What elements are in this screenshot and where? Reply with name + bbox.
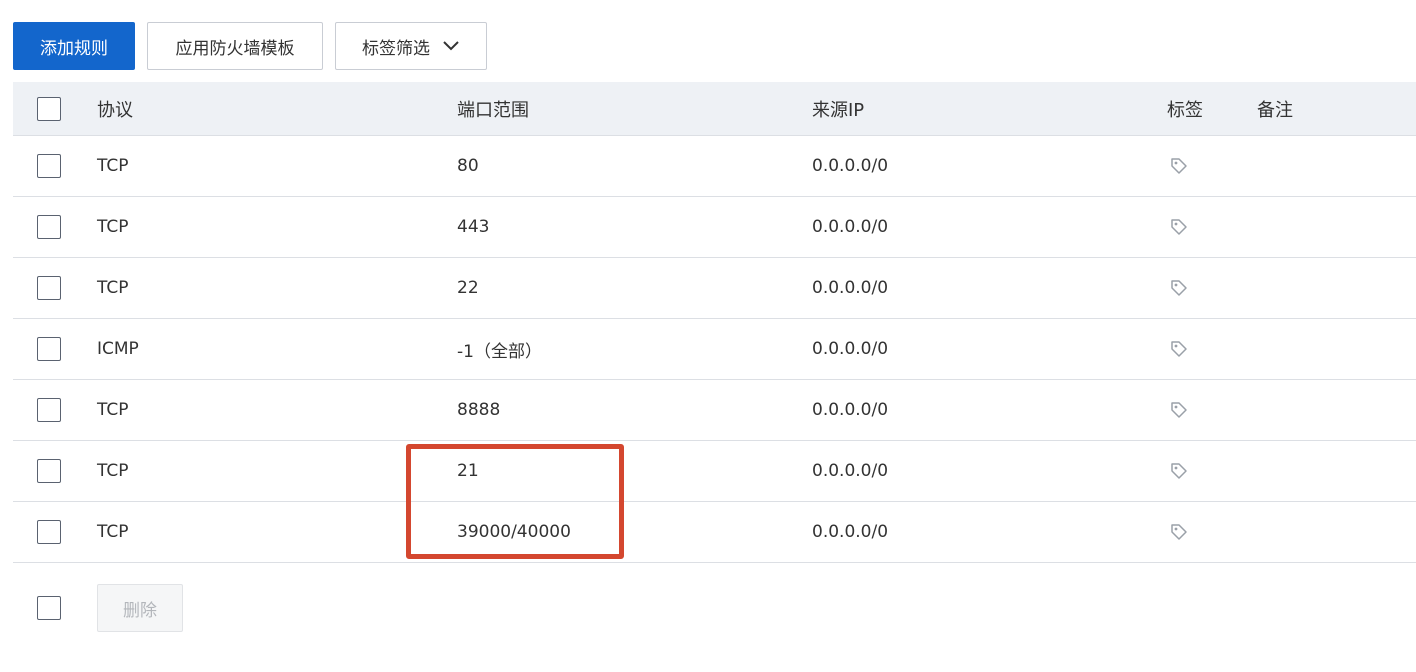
cell-port-range: 21 (457, 461, 479, 481)
cell-tag (1167, 441, 1189, 501)
cell-protocol: ICMP (97, 339, 139, 359)
cell-protocol: TCP (97, 461, 129, 481)
header-tag: 标签 (1167, 99, 1203, 121)
tag-icon[interactable] (1169, 156, 1189, 176)
delete-label: 删除 (123, 600, 157, 621)
chevron-down-icon (442, 40, 460, 52)
table-row: TCP 80 0.0.0.0/0 (13, 136, 1416, 197)
row-checkbox[interactable] (37, 520, 61, 544)
row-checkbox[interactable] (37, 215, 61, 239)
header-protocol: 协议 (97, 99, 133, 121)
add-rule-button[interactable]: 添加规则 (13, 22, 135, 70)
table-header: 协议 端口范围 来源IP 标签 备注 (13, 82, 1416, 136)
add-rule-label: 添加规则 (40, 38, 108, 59)
row-check-cell (37, 136, 61, 196)
row-check-cell (37, 441, 61, 501)
cell-tag (1167, 502, 1189, 562)
tag-icon[interactable] (1169, 339, 1189, 359)
tag-icon[interactable] (1169, 217, 1189, 237)
header-source-ip: 来源IP (812, 99, 865, 121)
cell-tag (1167, 136, 1189, 196)
select-all-checkbox[interactable] (37, 96, 61, 121)
tag-filter-label: 标签筛选 (362, 38, 430, 59)
table-body: TCP 80 0.0.0.0/0 TCP 443 0.0.0.0/0 TCP 22 0.0.0.… (13, 136, 1416, 563)
cell-source-ip: 0.0.0.0/0 (812, 400, 889, 420)
cell-port-range: 39000/40000 (457, 522, 571, 542)
footer-select-cell (37, 584, 61, 632)
tag-icon[interactable] (1169, 400, 1189, 420)
table-row: TCP 21 0.0.0.0/0 (13, 441, 1416, 502)
row-check-cell (37, 319, 61, 379)
header-port-range: 端口范围 (457, 99, 529, 121)
cell-source-ip: 0.0.0.0/0 (812, 522, 889, 542)
row-checkbox[interactable] (37, 337, 61, 361)
cell-tag (1167, 380, 1189, 440)
tag-icon[interactable] (1169, 522, 1189, 542)
footer-select-all-checkbox[interactable] (37, 596, 61, 620)
row-checkbox[interactable] (37, 154, 61, 178)
row-check-cell (37, 258, 61, 318)
cell-protocol: TCP (97, 400, 129, 420)
cell-tag (1167, 319, 1189, 379)
cell-protocol: TCP (97, 217, 129, 237)
cell-protocol: TCP (97, 278, 129, 298)
delete-button[interactable]: 删除 (97, 584, 183, 632)
cell-protocol: TCP (97, 156, 129, 176)
row-check-cell (37, 502, 61, 562)
apply-template-label: 应用防火墙模板 (175, 38, 295, 59)
table-row: TCP 22 0.0.0.0/0 (13, 258, 1416, 319)
tag-icon[interactable] (1169, 278, 1189, 298)
row-checkbox[interactable] (37, 398, 61, 422)
cell-port-range: 8888 (457, 400, 501, 420)
table-row: TCP 8888 0.0.0.0/0 (13, 380, 1416, 441)
row-check-cell (37, 197, 61, 257)
table-row: TCP 39000/40000 0.0.0.0/0 (13, 502, 1416, 563)
cell-source-ip: 0.0.0.0/0 (812, 278, 889, 298)
cell-source-ip: 0.0.0.0/0 (812, 156, 889, 176)
table-row: TCP 443 0.0.0.0/0 (13, 197, 1416, 258)
header-note: 备注 (1257, 99, 1293, 121)
rules-table: 协议 端口范围 来源IP 标签 备注 TCP 80 0.0.0.0/0 TCP 443 0… (13, 82, 1416, 563)
table-row: ICMP -1（全部） 0.0.0.0/0 (13, 319, 1416, 380)
cell-port-range: 443 (457, 217, 490, 237)
tag-filter-dropdown[interactable]: 标签筛选 (335, 22, 487, 70)
tag-icon[interactable] (1169, 461, 1189, 481)
cell-port-range: 80 (457, 156, 479, 176)
apply-template-button[interactable]: 应用防火墙模板 (147, 22, 323, 70)
cell-source-ip: 0.0.0.0/0 (812, 461, 889, 481)
row-check-cell (37, 380, 61, 440)
cell-port-range: 22 (457, 278, 479, 298)
row-checkbox[interactable] (37, 276, 61, 300)
row-checkbox[interactable] (37, 459, 61, 483)
cell-tag (1167, 258, 1189, 318)
select-all-cell (37, 82, 61, 135)
cell-protocol: TCP (97, 522, 129, 542)
cell-tag (1167, 197, 1189, 257)
table-footer: 删除 (13, 584, 1416, 632)
cell-source-ip: 0.0.0.0/0 (812, 217, 889, 237)
cell-source-ip: 0.0.0.0/0 (812, 339, 889, 359)
cell-port-range: -1（全部） (457, 341, 542, 362)
